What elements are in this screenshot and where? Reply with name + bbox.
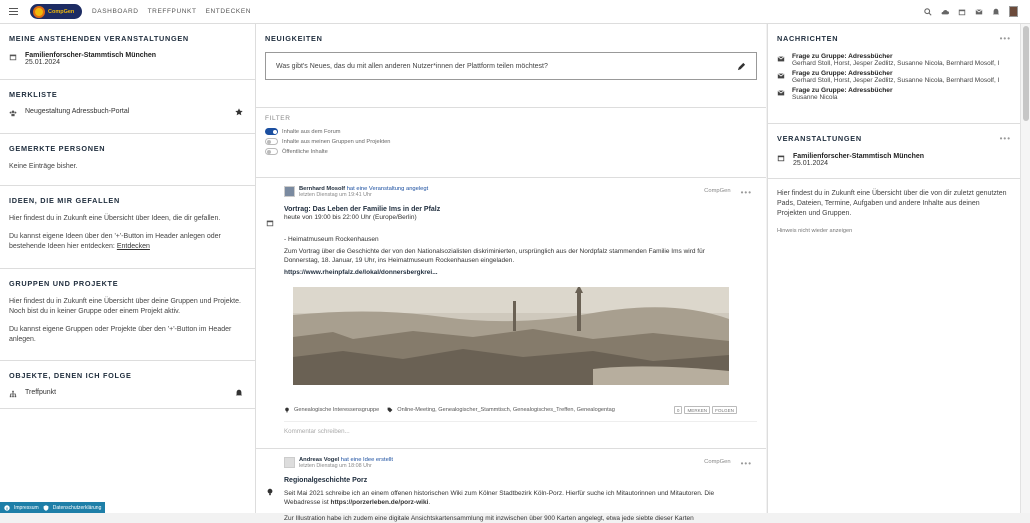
calendar-icon [9, 53, 17, 61]
calendar-icon [266, 219, 274, 227]
bell-icon[interactable] [992, 8, 1000, 16]
lightbulb-icon [266, 488, 274, 496]
info-text: Hier findest du in Zukunft eine Übersich… [777, 189, 1011, 219]
messages-heading: NACHRICHTEN [777, 34, 838, 43]
post-title[interactable]: Vortrag: Das Leben der Familie Ims in de… [284, 206, 757, 213]
feed-post: Bernhard Mosolf hat eine Veranstaltung a… [256, 178, 766, 449]
nav-dashboard[interactable]: DASHBOARD [92, 8, 139, 15]
cloud-icon[interactable] [941, 8, 949, 16]
menu-icon[interactable] [9, 8, 18, 15]
mail-icon [777, 72, 785, 80]
nav-entdecken[interactable]: ENTDECKEN [206, 8, 252, 15]
pencil-icon[interactable] [737, 62, 746, 71]
more-icon[interactable]: ••• [741, 188, 752, 197]
toggle-switch[interactable] [265, 128, 278, 135]
more-icon[interactable]: ••• [1000, 134, 1011, 143]
more-icon[interactable]: ••• [1000, 34, 1011, 43]
left-sidebar: MEINE ANSTEHENDEN VERANSTALTUNGEN Famili… [0, 24, 256, 513]
watchlist-heading: MERKLISTE [9, 90, 246, 99]
user-avatar[interactable] [1009, 6, 1018, 17]
more-icon[interactable]: ••• [741, 459, 752, 468]
privacy-link[interactable]: Datenschutzerklärung [53, 505, 102, 511]
calendar-icon[interactable] [958, 8, 966, 16]
tag-icon [387, 407, 393, 413]
follow-button[interactable]: FOLGEN [712, 406, 737, 414]
post-group[interactable]: Genealogische Interessensgruppe [294, 407, 379, 413]
calendar-icon [777, 154, 785, 162]
watch-button[interactable]: MERKEN [684, 406, 710, 414]
mail-icon [777, 55, 785, 63]
events-heading: VERANSTALTUNGEN [777, 134, 862, 143]
ideas-heading: IDEEN, DIE MIR GEFALLEN [9, 196, 246, 205]
news-feed: NEUIGKEITEN Was gibt's Neues, das du mit… [256, 24, 766, 513]
shield-icon [43, 505, 49, 511]
toggle-switch[interactable] [265, 138, 278, 145]
post-title[interactable]: Regionalgeschichte Porz [284, 477, 757, 484]
post-image[interactable] [293, 287, 729, 385]
following-item[interactable]: Treffpunkt [9, 389, 246, 398]
discover-link[interactable]: Entdecken [117, 243, 150, 250]
event-item[interactable]: Familienforscher-Stammtisch München25.01… [777, 153, 1011, 167]
footer-bar: Impressum Datenschutzerklärung [0, 502, 105, 513]
like-button[interactable]: 0 [674, 406, 683, 414]
sitemap-icon [9, 390, 17, 398]
filter-groups[interactable]: Inhalte aus meinen Gruppen und Projekten [265, 138, 757, 145]
watchlist-item[interactable]: Neugestaltung Adressbuch-Portal [9, 108, 246, 117]
filter-forum[interactable]: Inhalte aus dem Forum [265, 128, 757, 135]
message-item[interactable]: Frage zu Gruppe: AdressbücherSusanne Nic… [777, 87, 1011, 101]
search-icon[interactable] [924, 8, 932, 16]
post-composer[interactable]: Was gibt's Neues, das du mit allen ander… [265, 52, 757, 80]
mail-icon[interactable] [975, 8, 983, 16]
post-link[interactable]: https://www.rheinpfalz.de/lokal/donnersb… [284, 269, 757, 276]
group-icon [9, 109, 17, 117]
scrollbar[interactable] [1020, 24, 1030, 513]
author-avatar[interactable] [284, 186, 295, 197]
author-avatar[interactable] [284, 457, 295, 468]
impressum-link[interactable]: Impressum [14, 505, 39, 511]
groups-heading: GRUPPEN UND PROJEKTE [9, 279, 246, 288]
nav-treffpunkt[interactable]: TREFFPUNKT [148, 8, 197, 15]
post-link[interactable]: https://porzerleben.de/porz-wiki [331, 499, 429, 506]
toggle-switch[interactable] [265, 148, 278, 155]
my-events-heading: MEINE ANSTEHENDEN VERANSTALTUNGEN [9, 34, 246, 43]
post-source: CompGen [704, 188, 730, 197]
message-item[interactable]: Frage zu Gruppe: AdressbücherGerhard Sto… [777, 53, 1011, 67]
persons-empty: Keine Einträge bisher. [9, 162, 246, 172]
post-source: CompGen [704, 459, 730, 468]
top-bar: CompGen DASHBOARD TREFFPUNKT ENTDECKEN [0, 0, 1030, 24]
star-icon[interactable] [235, 108, 243, 116]
feed-post: Andreas Vogel hat eine Idee erstellt let… [256, 449, 766, 523]
following-heading: OBJEKTE, DENEN ICH FOLGE [9, 371, 246, 380]
scrollbar-thumb[interactable] [1023, 26, 1029, 121]
news-heading: NEUIGKEITEN [265, 34, 757, 43]
filter-public[interactable]: Öffentliche Inhalte [265, 148, 757, 155]
logo[interactable]: CompGen [30, 4, 82, 19]
message-item[interactable]: Frage zu Gruppe: AdressbücherGerhard Sto… [777, 70, 1011, 84]
info-icon [4, 505, 10, 511]
lightbulb-icon [284, 407, 290, 413]
filter-heading: FILTER [265, 115, 757, 122]
post-tags[interactable]: Online-Meeting, Genealogischer_Stammtisc… [397, 407, 615, 413]
mail-icon [777, 89, 785, 97]
persons-heading: GEMERKTE PERSONEN [9, 144, 246, 153]
hide-hint-link[interactable]: Hinweis nicht wieder anzeigen [777, 228, 1011, 234]
comment-field[interactable]: Kommentar schreiben... [284, 421, 757, 441]
bell-icon[interactable] [235, 389, 243, 397]
my-event-item[interactable]: Familienforscher-Stammtisch München25.01… [9, 52, 246, 66]
right-sidebar: NACHRICHTEN ••• Frage zu Gruppe: Adressbü… [767, 24, 1020, 513]
